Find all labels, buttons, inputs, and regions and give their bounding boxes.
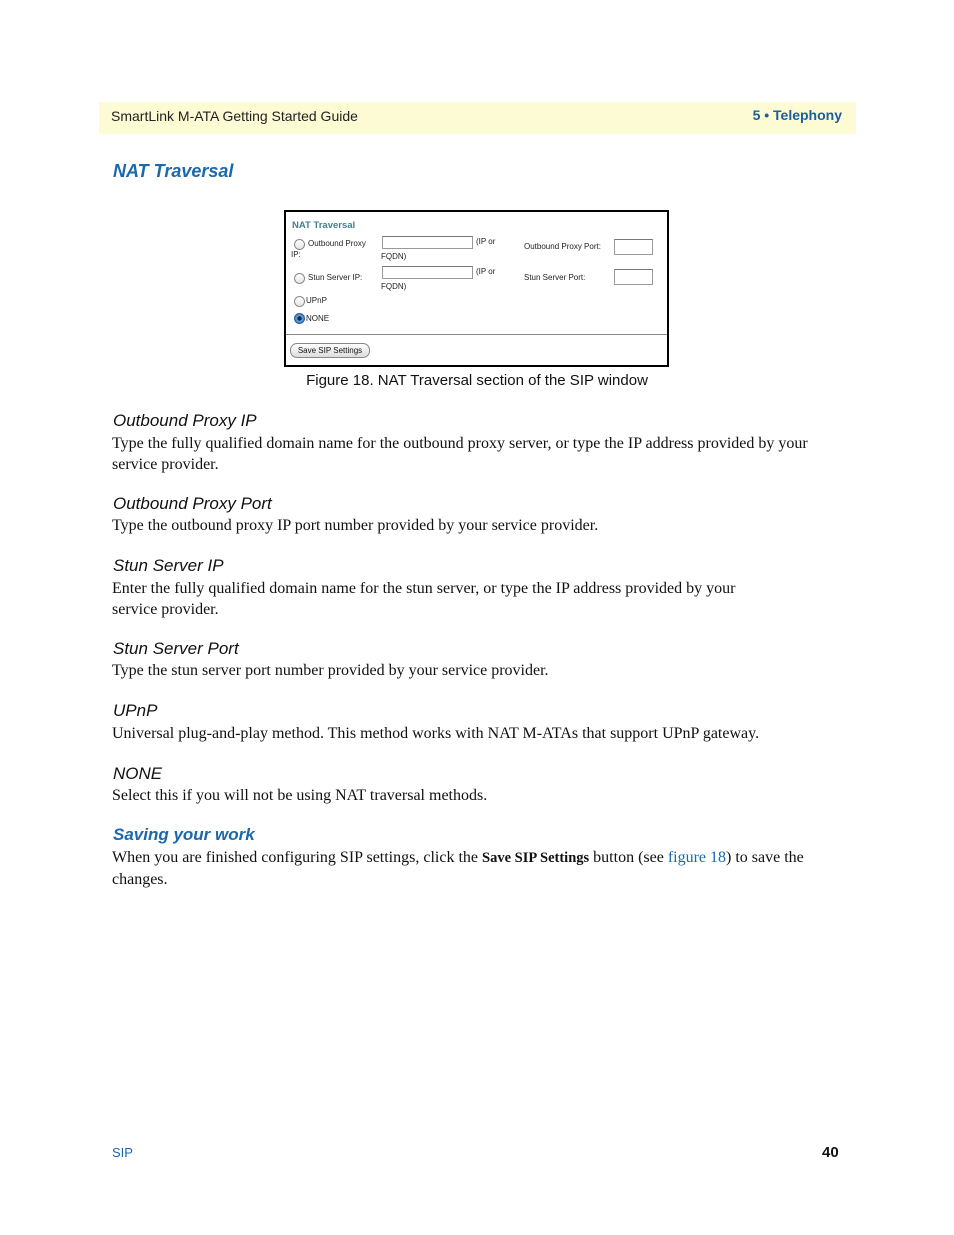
document-title: SmartLink M-ATA Getting Started Guide — [111, 108, 358, 124]
text-stun-server-port: Type the stun server port number provide… — [112, 662, 549, 679]
figure-caption: Figure 18. NAT Traversal section of the … — [306, 372, 648, 389]
outbound-proxy-label: Outbound Proxy — [308, 239, 366, 248]
saving-text-before: When you are finished configuring SIP se… — [112, 849, 482, 866]
outbound-proxy-port-label: Outbound Proxy Port: — [524, 242, 601, 251]
upnp-radio[interactable] — [294, 296, 305, 307]
fqdn-hint-1: FQDN) — [381, 252, 407, 261]
heading-none: NONE — [113, 764, 163, 783]
stun-server-port-label: Stun Server Port: — [524, 273, 586, 282]
text-saving: When you are finished configuring SIP se… — [112, 847, 812, 890]
none-label: NONE — [306, 314, 330, 323]
ip-hint-1: (IP or — [476, 237, 496, 246]
stun-server-label: Stun Server IP: — [308, 273, 363, 282]
outbound-proxy-port-input[interactable] — [614, 239, 653, 255]
outbound-proxy-radio[interactable] — [294, 239, 305, 250]
save-sip-settings-button[interactable]: Save SIP Settings — [290, 343, 370, 358]
nat-traversal-figure: NAT Traversal Outbound Proxy IP: (IP or … — [284, 210, 669, 367]
divider — [286, 334, 667, 335]
stun-server-ip-input[interactable] — [382, 266, 473, 279]
save-sip-settings-ref: Save SIP Settings — [482, 850, 590, 866]
text-outbound-proxy-port: Type the outbound proxy IP port number p… — [112, 517, 599, 534]
running-header: SmartLink M-ATA Getting Started Guide 5 … — [99, 102, 856, 134]
text-stun-server-ip: Enter the fully qualified domain name fo… — [112, 580, 736, 618]
none-radio[interactable] — [294, 313, 305, 324]
saving-text-middle: button (see — [589, 849, 668, 866]
footer-section: SIP — [112, 1145, 133, 1160]
heading-outbound-proxy-port: Outbound Proxy Port — [113, 494, 272, 513]
figure-18-link[interactable]: figure 18 — [668, 849, 726, 866]
stun-server-radio[interactable] — [294, 273, 305, 284]
section-title-nat-traversal: NAT Traversal — [113, 161, 234, 181]
upnp-label: UPnP — [306, 296, 327, 305]
stun-server-port-input[interactable] — [614, 269, 653, 285]
chapter-label: 5 • Telephony — [752, 107, 842, 123]
ip-hint-2: (IP or — [476, 267, 496, 276]
heading-upnp: UPnP — [113, 701, 158, 720]
text-upnp: Universal plug-and-play method. This met… — [112, 725, 760, 742]
page-number: 40 — [822, 1144, 839, 1161]
section-title-saving: Saving your work — [113, 825, 255, 844]
fqdn-hint-2: FQDN) — [381, 282, 407, 291]
heading-stun-server-ip: Stun Server IP — [113, 556, 224, 575]
panel-title: NAT Traversal — [292, 220, 356, 231]
heading-outbound-proxy-ip: Outbound Proxy IP — [113, 411, 257, 430]
text-none: Select this if you will not be using NAT… — [112, 787, 488, 804]
outbound-proxy-ip-input[interactable] — [382, 236, 473, 249]
heading-stun-server-port: Stun Server Port — [113, 639, 239, 658]
outbound-proxy-label-cont: IP: — [291, 250, 301, 259]
text-outbound-proxy-ip: Type the fully qualified domain name for… — [112, 435, 808, 473]
